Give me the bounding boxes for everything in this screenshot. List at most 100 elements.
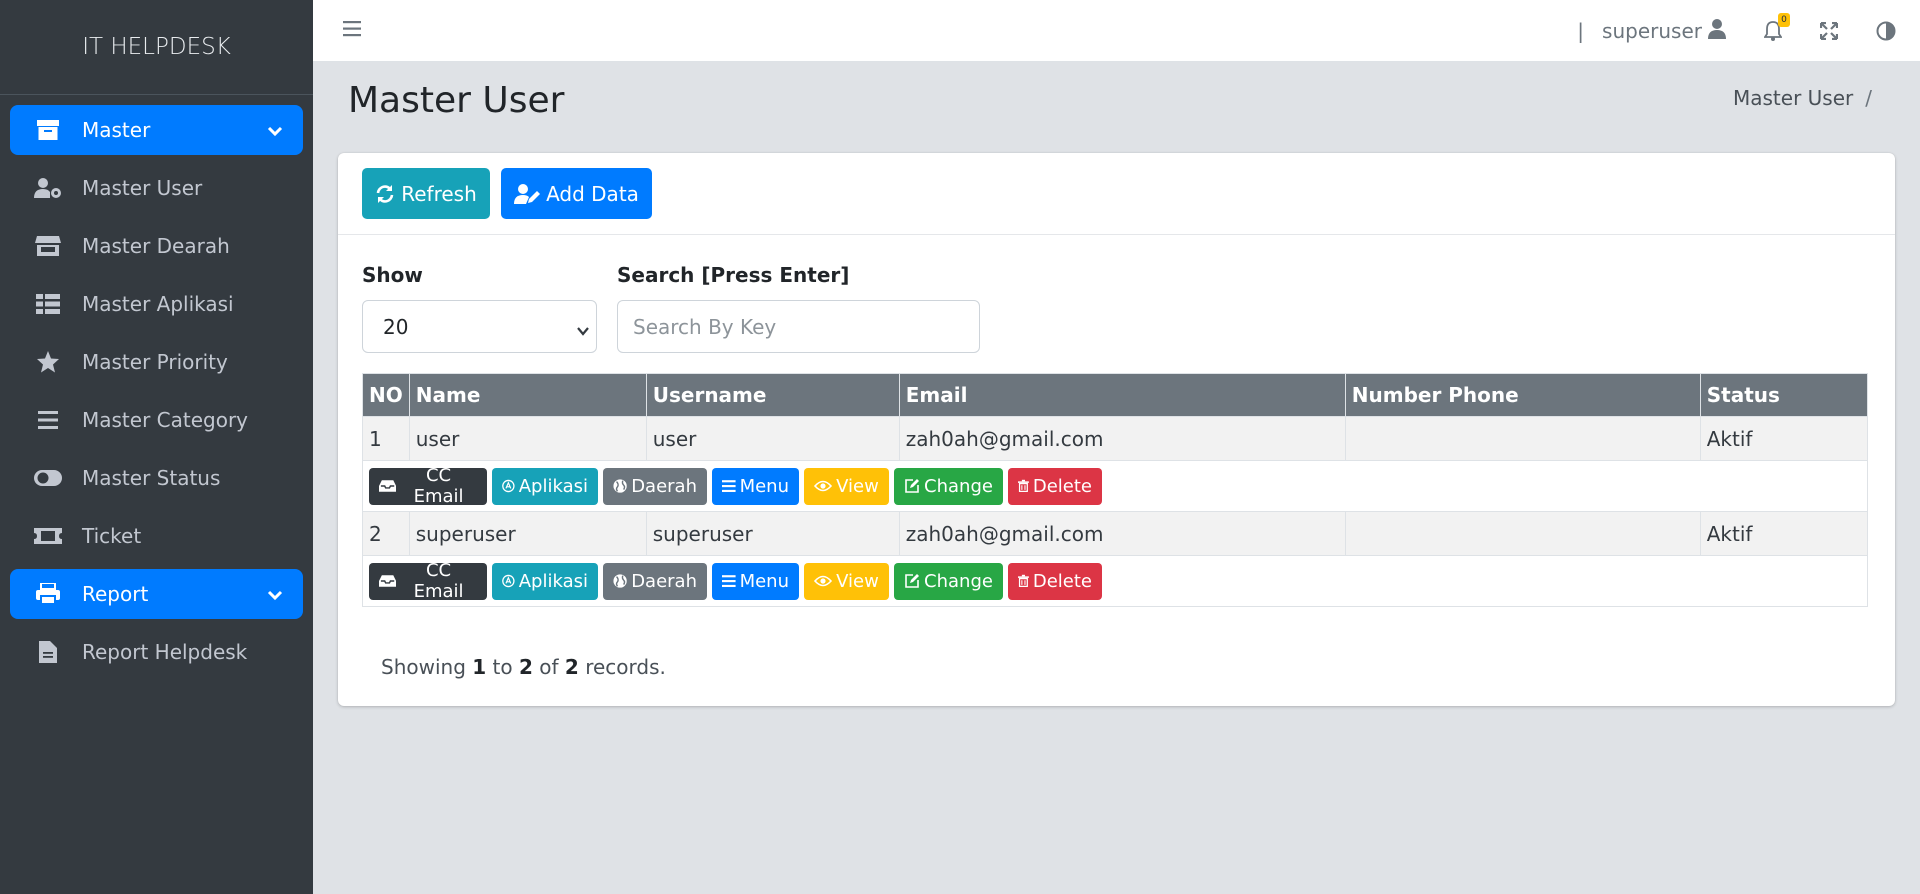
fullscreen-icon[interactable] bbox=[1820, 22, 1838, 40]
menu-label: Menu bbox=[739, 570, 789, 592]
aplikasi-button[interactable]: Aplikasi bbox=[492, 562, 598, 600]
bars-icon bbox=[34, 408, 62, 432]
ticket-icon bbox=[34, 524, 62, 548]
table-action-row: CC Email Aplikasi Daerah Menu View Chang… bbox=[362, 460, 1868, 512]
bars-icon bbox=[722, 480, 736, 493]
cc-email-button[interactable]: CC Email bbox=[369, 560, 487, 602]
sidebar-item-label: Master Status bbox=[82, 466, 221, 490]
cell-phone bbox=[1344, 416, 1701, 461]
sync-icon bbox=[376, 184, 394, 203]
notification-bell-icon[interactable]: 0 bbox=[1764, 13, 1790, 41]
action-cell: CC Email Aplikasi Daerah Menu View Chang… bbox=[362, 460, 1868, 512]
sidebar-item-master-aplikasi[interactable]: Master Aplikasi bbox=[10, 279, 303, 329]
col-header-username: Username bbox=[645, 373, 900, 417]
archive-icon bbox=[34, 118, 62, 142]
app-store-icon bbox=[502, 574, 515, 588]
aplikasi-label: Aplikasi bbox=[518, 570, 588, 592]
toggle-icon bbox=[34, 466, 62, 490]
cc-email-button[interactable]: CC Email bbox=[369, 465, 487, 507]
records-to: 2 bbox=[518, 655, 533, 679]
brand-title[interactable]: IT HELPDESK bbox=[0, 0, 313, 95]
eye-icon bbox=[814, 575, 833, 587]
trash-icon bbox=[1018, 574, 1029, 588]
aplikasi-label: Aplikasi bbox=[518, 475, 588, 497]
sidebar-item-master-status[interactable]: Master Status bbox=[10, 453, 303, 503]
breadcrumb: Master User / bbox=[1733, 86, 1872, 110]
user-edit-icon bbox=[514, 183, 541, 204]
topbar: | superuser 0 bbox=[313, 0, 1920, 62]
card-header: Refresh Add Data bbox=[338, 153, 1895, 235]
menu-label: Menu bbox=[739, 475, 789, 497]
sidebar-item-label: Master bbox=[82, 118, 151, 142]
cell-email: zah0ah@gmail.com bbox=[898, 416, 1346, 461]
menu-button[interactable]: Menu bbox=[712, 467, 799, 505]
daerah-button[interactable]: Daerah bbox=[603, 467, 707, 505]
change-label: Change bbox=[924, 475, 993, 497]
records-suffix: records. bbox=[585, 655, 666, 679]
show-select[interactable]: 20 bbox=[362, 300, 597, 353]
sidebar-item-label: Master Dearah bbox=[82, 234, 230, 258]
records-of-word: of bbox=[539, 655, 559, 679]
table-action-row: CC Email Aplikasi Daerah Menu View Chang… bbox=[362, 555, 1868, 607]
sidebar-item-label: Master User bbox=[82, 176, 203, 200]
sidebar-item-master-user[interactable]: Master User bbox=[10, 163, 303, 213]
sidebar-item-master-category[interactable]: Master Category bbox=[10, 395, 303, 445]
sidebar-nav: Master Master User Master Dearah Master … bbox=[0, 95, 313, 695]
trash-icon bbox=[1018, 479, 1029, 493]
col-header-email: Email bbox=[898, 373, 1346, 417]
theme-toggle-icon[interactable] bbox=[1876, 21, 1896, 41]
view-label: View bbox=[836, 570, 879, 592]
user-table: NO Name Username Email Number Phone Stat… bbox=[362, 373, 1869, 607]
sidebar-item-label: Report bbox=[82, 582, 149, 606]
user-name[interactable]: superuser bbox=[1602, 19, 1702, 43]
user-icon[interactable] bbox=[1708, 19, 1726, 43]
sidebar-item-master-dearah[interactable]: Master Dearah bbox=[10, 221, 303, 271]
search-input[interactable] bbox=[617, 300, 980, 353]
globe-icon bbox=[613, 479, 627, 493]
col-header-no: NO bbox=[362, 373, 410, 417]
sidebar-item-label: Master Category bbox=[82, 408, 249, 432]
col-header-status: Status bbox=[1699, 373, 1869, 417]
print-icon bbox=[34, 582, 62, 606]
change-button[interactable]: Change bbox=[894, 562, 1003, 600]
star-icon bbox=[34, 350, 62, 374]
eye-icon bbox=[814, 480, 833, 492]
sidebar-item-ticket[interactable]: Ticket bbox=[10, 511, 303, 561]
daerah-button[interactable]: Daerah bbox=[603, 562, 707, 600]
breadcrumb-item[interactable]: Master User bbox=[1733, 86, 1853, 110]
sidebar-item-master[interactable]: Master bbox=[10, 105, 303, 155]
app-store-icon bbox=[502, 479, 515, 493]
sidebar-item-master-priority[interactable]: Master Priority bbox=[10, 337, 303, 387]
refresh-button[interactable]: Refresh bbox=[362, 168, 490, 219]
hamburger-menu-icon[interactable] bbox=[343, 20, 361, 41]
delete-button[interactable]: Delete bbox=[1008, 467, 1102, 505]
change-button[interactable]: Change bbox=[894, 467, 1003, 505]
records-prefix: Showing bbox=[381, 655, 466, 679]
bars-icon bbox=[722, 575, 736, 588]
view-button[interactable]: View bbox=[804, 562, 889, 600]
add-data-label: Add Data bbox=[546, 181, 639, 206]
cell-phone bbox=[1344, 511, 1701, 556]
users-cog-icon bbox=[34, 176, 62, 200]
aplikasi-button[interactable]: Aplikasi bbox=[492, 467, 598, 505]
cell-status: Aktif bbox=[1699, 416, 1869, 461]
sidebar-item-report-helpdesk[interactable]: Report Helpdesk bbox=[10, 627, 303, 677]
sidebar-item-label: Master Priority bbox=[82, 350, 228, 374]
menu-button[interactable]: Menu bbox=[712, 562, 799, 600]
delete-button[interactable]: Delete bbox=[1008, 562, 1102, 600]
cell-username: user bbox=[645, 416, 900, 461]
sidebar-item-report[interactable]: Report bbox=[10, 569, 303, 619]
topbar-separator: | bbox=[1577, 19, 1585, 43]
table-row: 2 superuser superuser zah0ah@gmail.com A… bbox=[362, 511, 1869, 556]
cc-email-label: CC Email bbox=[413, 560, 464, 602]
user-card: Refresh Add Data Show 20 Search [Press E… bbox=[338, 153, 1895, 706]
add-data-button[interactable]: Add Data bbox=[501, 168, 652, 219]
table-icon bbox=[34, 292, 62, 316]
view-button[interactable]: View bbox=[804, 467, 889, 505]
cell-no: 1 bbox=[362, 416, 410, 461]
action-cell: CC Email Aplikasi Daerah Menu View Chang… bbox=[362, 555, 1868, 607]
cell-name: superuser bbox=[408, 511, 647, 556]
delete-label: Delete bbox=[1032, 475, 1092, 497]
cell-username: superuser bbox=[645, 511, 900, 556]
refresh-label: Refresh bbox=[401, 181, 477, 206]
